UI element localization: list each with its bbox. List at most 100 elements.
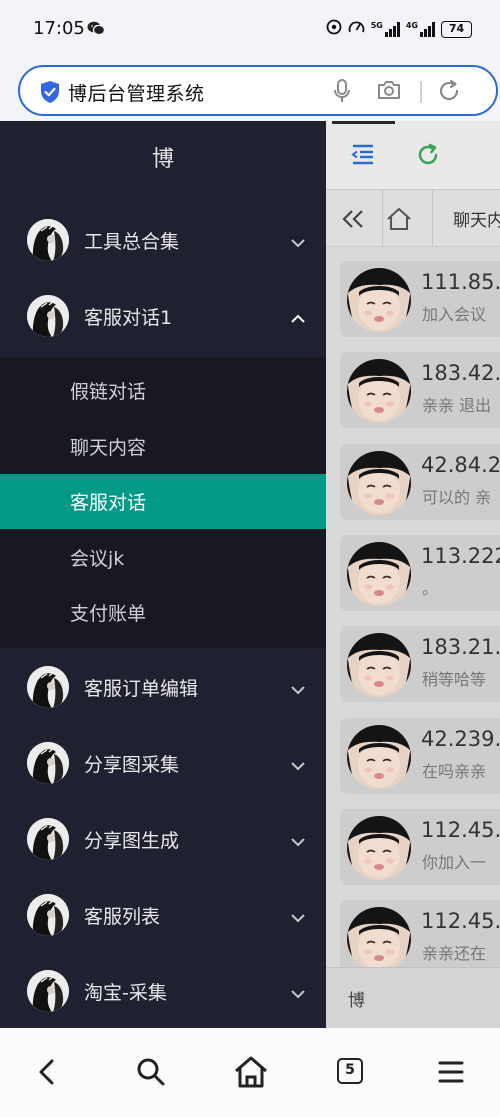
submenu-label: 客服对话 [70,492,147,514]
menu-avatar-icon [27,818,69,860]
chevron-down-icon [290,233,306,252]
sidebar-menu-item[interactable]: 客服对话1 [0,277,326,353]
tabs-button[interactable]: 5 [330,1052,370,1092]
progress-line [332,121,395,124]
battery-indicator: 74 [441,20,472,38]
menu-avatar-icon [27,894,69,936]
chat-last-message: 亲亲 退出 [422,396,492,416]
submenu-customer-service: 假链对话聊天内容客服对话会议jk 支付账单 [0,357,326,648]
chat-list: 111.85. 加入会议 183.42. 亲亲 退出 42.84.2 可以的 亲 113.2… [326,247,500,967]
chat-list-item[interactable]: 183.42. 亲亲 退出 [340,352,500,429]
submenu-item[interactable]: 支付账单 [0,585,326,640]
chat-list-item[interactable]: 183.21. 稍等哈等 [340,626,500,703]
collapse-menu-icon[interactable] [351,143,375,169]
menu-label: 分享图生成 [84,830,180,852]
footer-text: 博 [348,991,365,1011]
home-icon [235,1056,267,1088]
reload-page-icon[interactable] [416,143,440,171]
chat-list-item[interactable]: 112.45. 亲亲还在 [340,900,500,967]
browser-toolbar: 博后台管理系统 [0,58,500,121]
menu-avatar-icon [27,742,69,784]
chat-last-message: 可以的 亲 [422,487,492,507]
submenu-label: 假链对话 [70,381,147,403]
menu-label: 客服订单编辑 [84,678,199,700]
chat-avatar [347,815,411,880]
submenu-label: 会议jk [70,547,125,570]
chat-list-item[interactable]: 42.239. 在吗亲亲 [340,717,500,794]
chevron-up-icon [290,309,306,328]
chat-avatar [347,724,411,789]
microphone-icon[interactable] [332,78,352,108]
chevron-down-icon [290,680,306,699]
tab-divider [432,190,433,246]
status-time: 17:05 [33,18,85,39]
chat-list-item[interactable]: 111.85. 加入会议 [340,261,500,337]
browser-bottom-nav: 5 [0,1028,500,1117]
sidebar-menu-item[interactable]: 工具总合集 [0,201,326,277]
home-tab-icon[interactable] [386,207,412,235]
sidebar-nav: 博 工具总合集 客服对话1 客服订单编辑 分享图采集 分享图生成 客服列表 淘宝-采集 假链… [0,121,326,1028]
signal-5g-icon: 5G [371,21,400,37]
chat-list-item[interactable]: 42.84.2 可以的 亲 [340,443,500,520]
chevron-down-icon [290,756,306,775]
chat-last-message: 。 [422,578,439,598]
chat-list-item[interactable]: 113.222 。 [340,534,500,611]
menu-label: 客服列表 [84,906,161,928]
back-arrow-icon [39,1059,54,1085]
double-chevron-left-icon [342,209,364,233]
tabs-scroll-left-button[interactable] [326,190,382,246]
menu-label: 分享图采集 [84,754,180,776]
chevron-down-icon [290,984,306,1003]
page-title: 博后台管理系统 [68,83,205,105]
chat-avatar [347,541,411,606]
chat-avatar [347,633,411,698]
chat-avatar [347,450,411,515]
network-5g-label: 5G [370,21,383,30]
submenu-label: 支付账单 [70,603,147,625]
menu-label: 工具总合集 [84,231,180,253]
chat-last-message: 你加入一 [422,852,487,872]
menu-avatar-icon [27,666,69,708]
page-tabs: 聊天内 [326,189,500,247]
tab-chat-content[interactable]: 聊天内 [453,206,500,231]
refresh-icon[interactable] [437,79,461,107]
shield-icon [39,80,61,108]
submenu-label: 聊天内容 [70,436,147,459]
back-button[interactable] [28,1052,68,1092]
submenu-item[interactable]: 会议jk [0,530,326,585]
sidebar-menu-item[interactable]: 分享图采集 [0,724,326,800]
signal-4g-icon: 4G [406,21,435,37]
address-bar-divider [420,81,422,103]
sidebar-menu-item[interactable]: 客服订单编辑 [0,648,326,724]
hamburger-menu-icon [438,1061,464,1083]
content-toolbar [326,121,500,189]
sidebar-menu-item[interactable]: 客服列表 [0,876,326,952]
chat-ip-address: 183.42. [421,361,500,386]
wechat-icon [87,21,106,40]
menu-avatar-icon [27,219,69,261]
chat-avatar [347,907,411,967]
chat-ip-address: 183.21. [421,635,500,660]
chat-last-message: 稍等哈等 [422,670,487,690]
submenu-item[interactable]: 聊天内容 [0,419,326,474]
tab-divider [382,190,383,246]
network-4g-label: 4G [405,21,418,30]
search-button[interactable] [131,1052,171,1092]
home-button[interactable] [231,1052,271,1092]
camera-icon[interactable] [376,79,402,105]
submenu-item[interactable]: 客服对话 [0,474,326,529]
chat-last-message: 亲亲还在 [422,944,487,964]
submenu-item[interactable]: 假链对话 [0,363,326,418]
menu-button[interactable] [431,1052,471,1092]
chat-last-message: 在吗亲亲 [422,761,487,781]
content-footer: 博 [326,967,500,1028]
sidebar-menu-item[interactable]: 分享图生成 [0,800,326,876]
sidebar-menu-item[interactable]: 淘宝-采集 [0,952,326,1028]
chat-list-item[interactable]: 112.45. 你加入一 [340,808,500,885]
chat-ip-address: 111.85. [421,270,500,294]
address-bar[interactable]: 博后台管理系统 [18,65,498,116]
menu-avatar-icon [27,295,69,337]
chevron-down-icon [290,832,306,851]
chat-ip-address: 112.45. [421,817,500,842]
chat-ip-address: 42.239. [421,726,500,751]
